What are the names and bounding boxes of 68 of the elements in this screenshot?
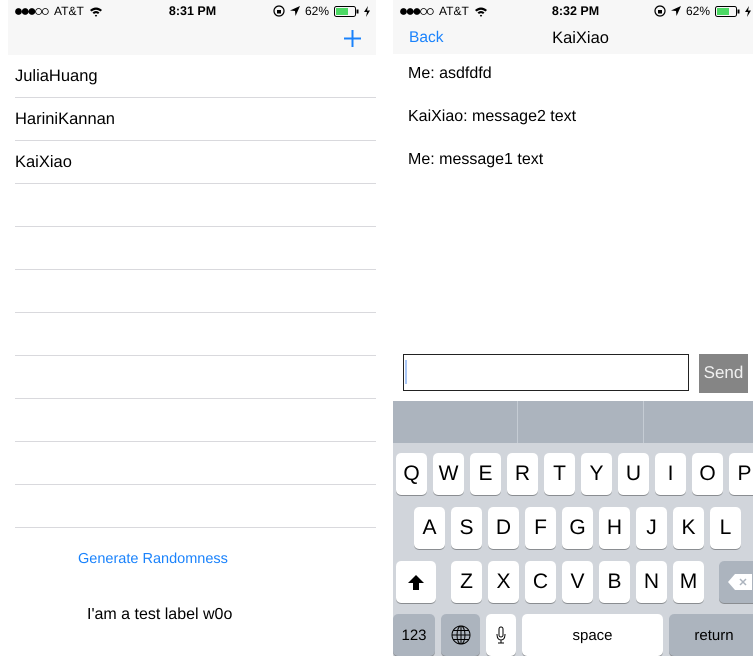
generate-randomness-button[interactable]: Generate Randomness xyxy=(78,551,228,567)
message-text: KaiXiao: message2 text xyxy=(408,107,578,126)
microphone-icon xyxy=(496,626,506,644)
letter-key[interactable]: U xyxy=(618,453,649,495)
location-arrow-icon xyxy=(670,6,681,16)
message-input-field[interactable] xyxy=(403,354,689,391)
wifi-icon xyxy=(474,6,488,16)
letter-key[interactable]: G xyxy=(562,507,593,549)
letter-key[interactable]: B xyxy=(599,561,630,603)
letter-key[interactable]: R xyxy=(507,453,538,495)
contact-name: HariniKannan xyxy=(15,110,115,128)
letter-key[interactable]: T xyxy=(544,453,575,495)
list-row[interactable]: JuliaHuang xyxy=(15,55,376,98)
signal-icon xyxy=(400,8,434,14)
globe-key[interactable] xyxy=(441,614,480,656)
charging-icon xyxy=(745,6,751,16)
location-arrow-icon xyxy=(290,6,300,16)
letter-key[interactable]: L xyxy=(710,507,741,549)
letter-key[interactable]: P xyxy=(729,453,753,495)
test-label: I'am a test label w0o xyxy=(87,606,232,624)
letter-key[interactable]: D xyxy=(488,507,519,549)
status-time: 8:32 PM xyxy=(552,4,600,18)
letter-key[interactable]: Y xyxy=(581,453,612,495)
list-row[interactable]: HariniKannan xyxy=(15,98,376,141)
letter-key[interactable]: O xyxy=(692,453,723,495)
letter-key[interactable]: Z xyxy=(451,561,482,603)
letter-key[interactable]: C xyxy=(525,561,556,603)
letter-key[interactable]: K xyxy=(673,507,704,549)
letter-key[interactable]: H xyxy=(599,507,630,549)
letter-key[interactable]: X xyxy=(488,561,519,603)
letter-key[interactable]: F xyxy=(525,507,556,549)
battery-icon xyxy=(715,6,740,16)
contact-name: JuliaHuang xyxy=(15,66,98,86)
battery-icon xyxy=(334,6,359,16)
letter-key[interactable]: I xyxy=(655,453,686,495)
microphone-key[interactable] xyxy=(486,614,516,656)
rotation-lock-icon xyxy=(654,5,666,17)
charging-icon xyxy=(364,6,370,16)
letter-key[interactable]: S xyxy=(451,507,482,549)
list-row[interactable]: KaiXiao xyxy=(15,141,376,184)
letter-key[interactable]: Q xyxy=(396,453,427,495)
carrier-name: AT&T xyxy=(54,4,84,18)
space-key[interactable]: space xyxy=(522,614,663,656)
signal-icon xyxy=(15,8,49,14)
wifi-icon xyxy=(88,6,103,16)
letter-key[interactable]: M xyxy=(673,561,704,603)
letter-key[interactable]: N xyxy=(636,561,667,603)
shift-icon xyxy=(408,574,424,590)
message-text: Me: asdfdfd xyxy=(408,64,493,84)
shift-key[interactable] xyxy=(396,561,436,603)
letter-key[interactable]: V xyxy=(562,561,593,603)
add-icon[interactable] xyxy=(344,30,361,47)
return-key[interactable]: return xyxy=(669,614,753,656)
status-time: 8:31 PM xyxy=(168,4,216,18)
rotation-lock-icon xyxy=(272,5,285,17)
numbers-key[interactable]: 123 xyxy=(393,614,435,656)
letter-key[interactable]: W xyxy=(433,453,464,495)
letter-key[interactable]: J xyxy=(636,507,667,549)
message-text: Me: message1 text xyxy=(408,150,544,170)
carrier-name: AT&T xyxy=(439,4,469,18)
letter-key[interactable]: A xyxy=(414,507,445,549)
battery-percent: 62% xyxy=(304,4,329,18)
delete-icon xyxy=(728,574,752,590)
battery-percent: 62% xyxy=(686,4,710,18)
chat-title: KaiXiao xyxy=(552,28,609,48)
globe-icon xyxy=(450,625,470,645)
contact-name: KaiXiao xyxy=(15,152,72,172)
letter-key[interactable]: E xyxy=(470,453,501,495)
